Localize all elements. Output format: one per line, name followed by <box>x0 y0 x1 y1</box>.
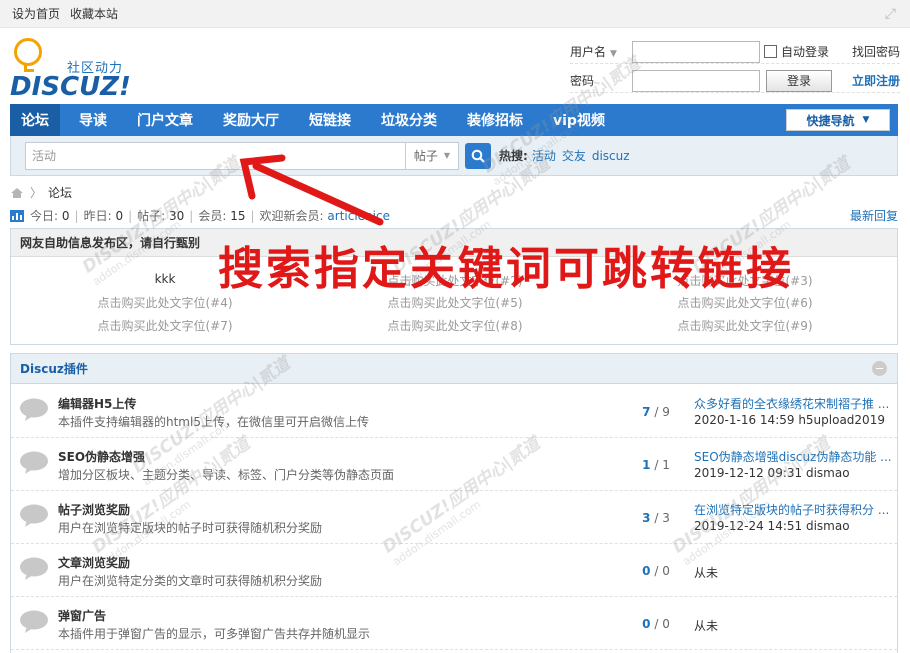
ad-slot-link[interactable]: 点击购买此处文字位(#9) <box>645 317 845 334</box>
forum-row: 文章浏览奖励用户在浏览特定分类的文章时可获得随机积分奖励 0 / 0 从未 <box>11 544 897 597</box>
last-post-meta: 2020-1-16 14:59 h5upload2019 <box>694 413 885 427</box>
remember-checkbox[interactable]: 自动登录 <box>764 43 829 60</box>
forum-title[interactable]: SEO伪静态增强 <box>58 448 145 465</box>
forum-bubble-icon <box>19 504 49 528</box>
hot-search-link[interactable]: 活动 <box>532 149 556 163</box>
login-form: 用户名 ▼ 自动登录 找回密码 密码 登录 立即注册 <box>570 40 900 100</box>
hot-search-link[interactable]: discuz <box>592 149 630 163</box>
expand-icon[interactable]: ⤢ <box>885 6 896 22</box>
forum-title[interactable]: 弹窗广告 <box>58 607 106 624</box>
nav-item[interactable]: 奖励大厅 <box>212 104 290 136</box>
hot-search-link[interactable]: 交友 <box>562 149 586 163</box>
lightbulb-icon <box>14 38 42 66</box>
collapse-icon[interactable] <box>872 361 887 376</box>
bookmark-site-link[interactable]: 收藏本站 <box>70 5 118 22</box>
top-bar: 设为首页 收藏本站 ⤢ <box>0 0 910 28</box>
last-post-link[interactable]: SEO伪静态增强discuz伪静态功能 ... <box>694 448 894 465</box>
latest-replies-link[interactable]: 最新回复 <box>850 207 898 224</box>
plugin-section-title[interactable]: Discuz插件 <box>20 360 88 377</box>
stat-posts: 30 <box>169 208 185 223</box>
search-scope-select[interactable]: 帖子 ▼ <box>405 141 459 170</box>
last-post-meta: 2019-12-24 14:51 dismao <box>694 519 850 533</box>
annotation-arrow-icon <box>239 154 384 226</box>
forum-bubble-icon <box>19 557 49 581</box>
nav-item[interactable]: 门户文章 <box>126 104 204 136</box>
forum-description: 本插件支持编辑器的html5上传，在微信里可开启微信上传 <box>58 415 369 429</box>
nav-item[interactable]: vip视频 <box>542 104 616 136</box>
forum-stats: 今日: 0 | 昨日: 0 | 帖子: 30 | 会员: 15 | 欢迎新会员:… <box>10 207 898 224</box>
forum-row: SEO伪静态增强增加分区板块、主题分类、导读、标签、门户分类等伪静态页面 1 / … <box>11 438 897 491</box>
forum-row: 帖子浏览奖励用户在浏览特定版块的帖子时可获得随机积分奖励 3 / 3 在浏览特定版块… <box>11 491 897 544</box>
home-icon[interactable] <box>10 187 24 199</box>
chevron-right-icon: 〉 <box>30 186 43 200</box>
find-password-link[interactable]: 找回密码 <box>852 43 900 60</box>
register-link[interactable]: 立即注册 <box>852 72 900 89</box>
login-button[interactable]: 登录 <box>766 69 832 92</box>
forum-bubble-icon <box>19 398 49 422</box>
forum-counts: 7 / 9 <box>642 405 670 419</box>
password-input[interactable] <box>632 69 760 92</box>
forum-description: 用户在浏览特定分类的文章时可获得随机积分奖励 <box>58 574 323 588</box>
password-label: 密码 <box>570 74 595 88</box>
ad-slot-link[interactable]: 点击购买此处文字位(#8) <box>355 317 555 334</box>
forum-counts: 1 / 1 <box>642 458 670 472</box>
site-logo[interactable]: 社区动力 DISCUZ! <box>10 36 140 102</box>
forum-title[interactable]: 帖子浏览奖励 <box>58 501 130 518</box>
stat-yesterday: 0 <box>115 208 124 223</box>
checkbox-icon[interactable] <box>764 45 777 58</box>
logo-brand: DISCUZ! <box>10 72 131 102</box>
nav-item[interactable]: 论坛 <box>10 104 60 136</box>
bar-chart-icon <box>10 209 24 222</box>
last-post-meta: 2019-12-12 09:31 dismao <box>694 466 850 480</box>
header: 社区动力 DISCUZ! 用户名 ▼ 自动登录 找回密码 密码 登录 立即注册 <box>0 28 910 104</box>
hot-search: 热搜: 活动 交友 discuz <box>499 149 630 163</box>
search-icon <box>471 149 485 163</box>
forum-title[interactable]: 文章浏览奖励 <box>58 554 130 571</box>
forum-row: 编辑器H5上传本插件支持编辑器的html5上传，在微信里可开启微信上传 7 / 9… <box>11 385 897 438</box>
username-label[interactable]: 用户名 ▼ <box>570 43 632 60</box>
main-nav: 论坛 导读 门户文章 奖励大厅 短链接 垃圾分类 装修招标 vip视频 快捷导航 ▼ <box>10 104 898 136</box>
last-post-never: 从未 <box>694 619 719 633</box>
forum-description: 增加分区板块、主题分类、导读、标签、门户分类等伪静态页面 <box>58 468 395 482</box>
stat-today: 0 <box>61 208 70 223</box>
forum-description: 用户在浏览特定版块的帖子时可获得随机积分奖励 <box>58 521 323 535</box>
forum-description: 本插件用于弹窗广告的显示，可多弹窗广告共存并随机显示 <box>58 627 371 641</box>
forum-bubble-icon <box>19 610 49 634</box>
nav-item[interactable]: 短链接 <box>298 104 362 136</box>
forum-row: 弹窗广告本插件用于弹窗广告的显示，可多弹窗广告共存并随机显示 0 / 0 从未 <box>11 597 897 650</box>
last-post-never: 从未 <box>694 566 719 580</box>
plugin-forum-list: Discuz插件 编辑器H5上传本插件支持编辑器的html5上传，在微信里可开启… <box>10 353 898 653</box>
last-post-link[interactable]: 众多好看的全衣缘绣花宋制褶子推 ... <box>694 395 894 412</box>
caret-down-icon: ▼ <box>862 115 870 125</box>
nav-item[interactable]: 垃圾分类 <box>370 104 448 136</box>
set-homepage-link[interactable]: 设为首页 <box>12 5 60 22</box>
forum-bubble-icon <box>19 451 49 475</box>
forum-counts: 0 / 0 <box>642 564 670 578</box>
breadcrumb: 〉 论坛 <box>10 184 72 201</box>
ad-slot-link[interactable]: 点击购买此处文字位(#7) <box>65 317 265 334</box>
forum-counts: 3 / 3 <box>642 511 670 525</box>
nav-item[interactable]: 导读 <box>68 104 118 136</box>
breadcrumb-current[interactable]: 论坛 <box>48 184 72 201</box>
chevron-down-icon: ▼ <box>443 151 451 160</box>
chevron-down-icon: ▼ <box>610 49 617 59</box>
forum-title[interactable]: 编辑器H5上传 <box>58 395 136 412</box>
username-input[interactable] <box>632 40 760 63</box>
search-bar: 活动 帖子 ▼ 热搜: 活动 交友 discuz <box>10 136 898 176</box>
last-post-link[interactable]: 在浏览特定版块的帖子时获得积分 ... <box>694 501 894 518</box>
nav-item[interactable]: 装修招标 <box>456 104 534 136</box>
search-button[interactable] <box>465 142 491 169</box>
annotation-text: 搜索指定关键词可跳转链接 <box>218 242 795 295</box>
forum-counts: 0 / 0 <box>642 617 670 631</box>
quick-nav-button[interactable]: 快捷导航 ▼ <box>786 109 890 131</box>
